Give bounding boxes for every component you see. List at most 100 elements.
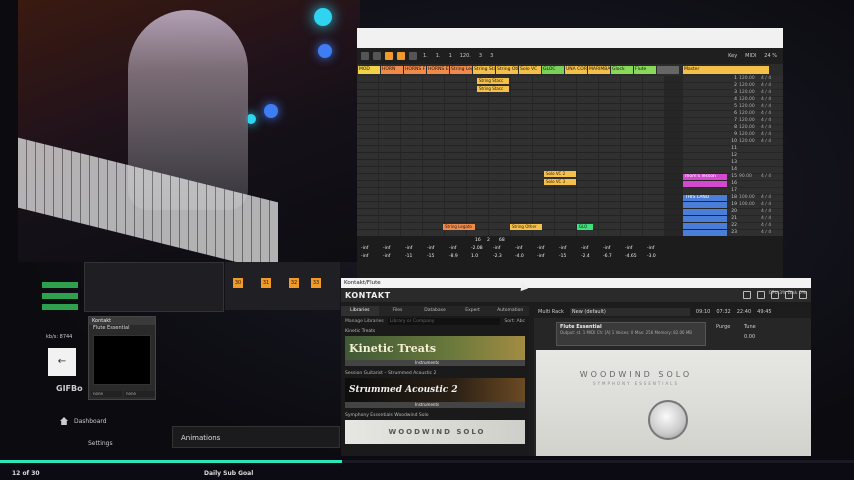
clip-slot[interactable] <box>643 216 664 222</box>
clip-slot[interactable] <box>379 181 400 187</box>
clip-slot[interactable] <box>489 160 510 166</box>
clip-slot[interactable] <box>423 209 444 215</box>
clip-slot[interactable] <box>445 118 466 124</box>
clip-slot[interactable] <box>511 188 532 194</box>
scene-signature[interactable] <box>761 160 779 166</box>
scene-name[interactable] <box>683 216 727 222</box>
clip-slot[interactable] <box>599 90 620 96</box>
clip-slot[interactable] <box>511 132 532 138</box>
scene-tempo[interactable] <box>739 160 761 166</box>
position-sixteenth[interactable]: 1 <box>447 53 454 59</box>
clip-slot[interactable] <box>621 167 642 173</box>
clip-slot[interactable] <box>401 174 422 180</box>
loop-length[interactable]: 3 <box>488 53 495 59</box>
play-button[interactable] <box>385 52 393 60</box>
clip-slot[interactable] <box>467 104 488 110</box>
clip-slot[interactable] <box>621 97 642 103</box>
track-header[interactable]: Glock <box>611 66 633 74</box>
scene-signature[interactable]: 4 / 4 <box>761 125 779 131</box>
clip-slot[interactable] <box>533 132 554 138</box>
clip-slot[interactable] <box>555 195 576 201</box>
clip-slot[interactable] <box>357 125 378 131</box>
clip-slot[interactable] <box>621 181 642 187</box>
clip-slot[interactable] <box>357 118 378 124</box>
clip-slot[interactable] <box>445 90 466 96</box>
scene-tempo[interactable]: 120.00 <box>739 97 761 103</box>
scene-signature[interactable]: 4 / 4 <box>761 195 779 201</box>
scene-name[interactable] <box>683 111 727 117</box>
scene-tempo[interactable]: 90.00 <box>739 174 761 180</box>
clip[interactable]: Solo VC 3 <box>544 179 576 185</box>
clip-slot[interactable] <box>445 188 466 194</box>
clip-slot[interactable] <box>511 76 532 82</box>
scene-signature[interactable]: 4 / 4 <box>761 223 779 229</box>
clip-slot[interactable] <box>533 125 554 131</box>
clip-slot[interactable] <box>379 146 400 152</box>
clip-slot[interactable] <box>577 146 598 152</box>
scene-tag[interactable] <box>42 304 78 310</box>
scene-row[interactable]: mom's lesson 15 90.00 4 / 4 <box>683 174 783 181</box>
clip-slot[interactable] <box>643 111 664 117</box>
track-volume[interactable]: -4.65 <box>625 254 637 259</box>
back-arrow-icon[interactable]: ← <box>48 348 76 376</box>
clip-slot[interactable] <box>621 209 642 215</box>
clip-slot[interactable] <box>489 167 510 173</box>
scene-signature[interactable] <box>761 188 779 194</box>
clip-slot[interactable] <box>533 153 554 159</box>
clip-slot[interactable] <box>423 104 444 110</box>
scene-name[interactable] <box>683 153 727 159</box>
clip-slot[interactable] <box>533 188 554 194</box>
track-header[interactable]: String Legato <box>450 66 472 74</box>
clip-slot[interactable] <box>445 76 466 82</box>
gear-icon[interactable] <box>757 291 765 299</box>
scene-tempo[interactable]: 120.00 <box>739 132 761 138</box>
clip-slot[interactable] <box>401 97 422 103</box>
clip-slot[interactable] <box>379 76 400 82</box>
clip-slot[interactable] <box>599 223 620 229</box>
settings-link[interactable]: Settings <box>88 440 113 447</box>
clip[interactable]: String Legato <box>443 224 475 230</box>
clip-slot[interactable] <box>401 195 422 201</box>
clip-slot[interactable] <box>445 111 466 117</box>
clip-slot[interactable] <box>489 132 510 138</box>
track-header[interactable]: HORNS F <box>404 66 426 74</box>
scene-row[interactable]: 13 <box>683 160 783 167</box>
clip-slot[interactable] <box>511 83 532 89</box>
scene-tempo[interactable] <box>739 188 761 194</box>
clip-slot[interactable] <box>489 223 510 229</box>
browser-tab[interactable]: Automation <box>491 306 529 316</box>
scene-row[interactable]: 20 4 / 4 <box>683 209 783 216</box>
clip-slot[interactable] <box>467 132 488 138</box>
scene-tempo[interactable]: 100.00 <box>739 195 761 201</box>
scene-tempo[interactable] <box>739 146 761 152</box>
track-header[interactable]: String Stacc <box>473 66 495 74</box>
key-map-button[interactable]: Key <box>726 53 739 59</box>
scene-row[interactable]: 17 <box>683 188 783 195</box>
scene-signature[interactable] <box>761 167 779 173</box>
metronome-button[interactable] <box>373 52 381 60</box>
track-volume[interactable]: -3.0 <box>647 254 656 259</box>
clip-slot[interactable] <box>467 125 488 131</box>
clip-slot[interactable] <box>555 202 576 208</box>
clip-slot[interactable] <box>643 188 664 194</box>
clip-slot[interactable] <box>511 195 532 201</box>
library-search-input[interactable]: Library or Company <box>387 317 501 325</box>
clip-slot[interactable] <box>357 76 378 82</box>
clip-slot[interactable] <box>621 160 642 166</box>
clip-slot[interactable] <box>643 125 664 131</box>
clip-slot[interactable] <box>467 202 488 208</box>
scene-name[interactable] <box>683 209 727 215</box>
scene-signature[interactable]: 4 / 4 <box>761 216 779 222</box>
library-banner[interactable]: Kinetic Treats <box>345 336 525 360</box>
clip-slot[interactable] <box>401 188 422 194</box>
animations-button[interactable]: Animations <box>172 426 340 448</box>
clip-slot[interactable] <box>643 118 664 124</box>
loop-start[interactable]: 3 <box>477 53 484 59</box>
clip-slot[interactable] <box>599 111 620 117</box>
clip-slot[interactable] <box>423 111 444 117</box>
clip-slot[interactable] <box>467 209 488 215</box>
sort-button[interactable]: Sort: Abc <box>504 319 525 324</box>
clip-slot[interactable] <box>577 167 598 173</box>
browser-tab[interactable]: Libraries <box>341 306 379 316</box>
clip-slot[interactable] <box>379 153 400 159</box>
